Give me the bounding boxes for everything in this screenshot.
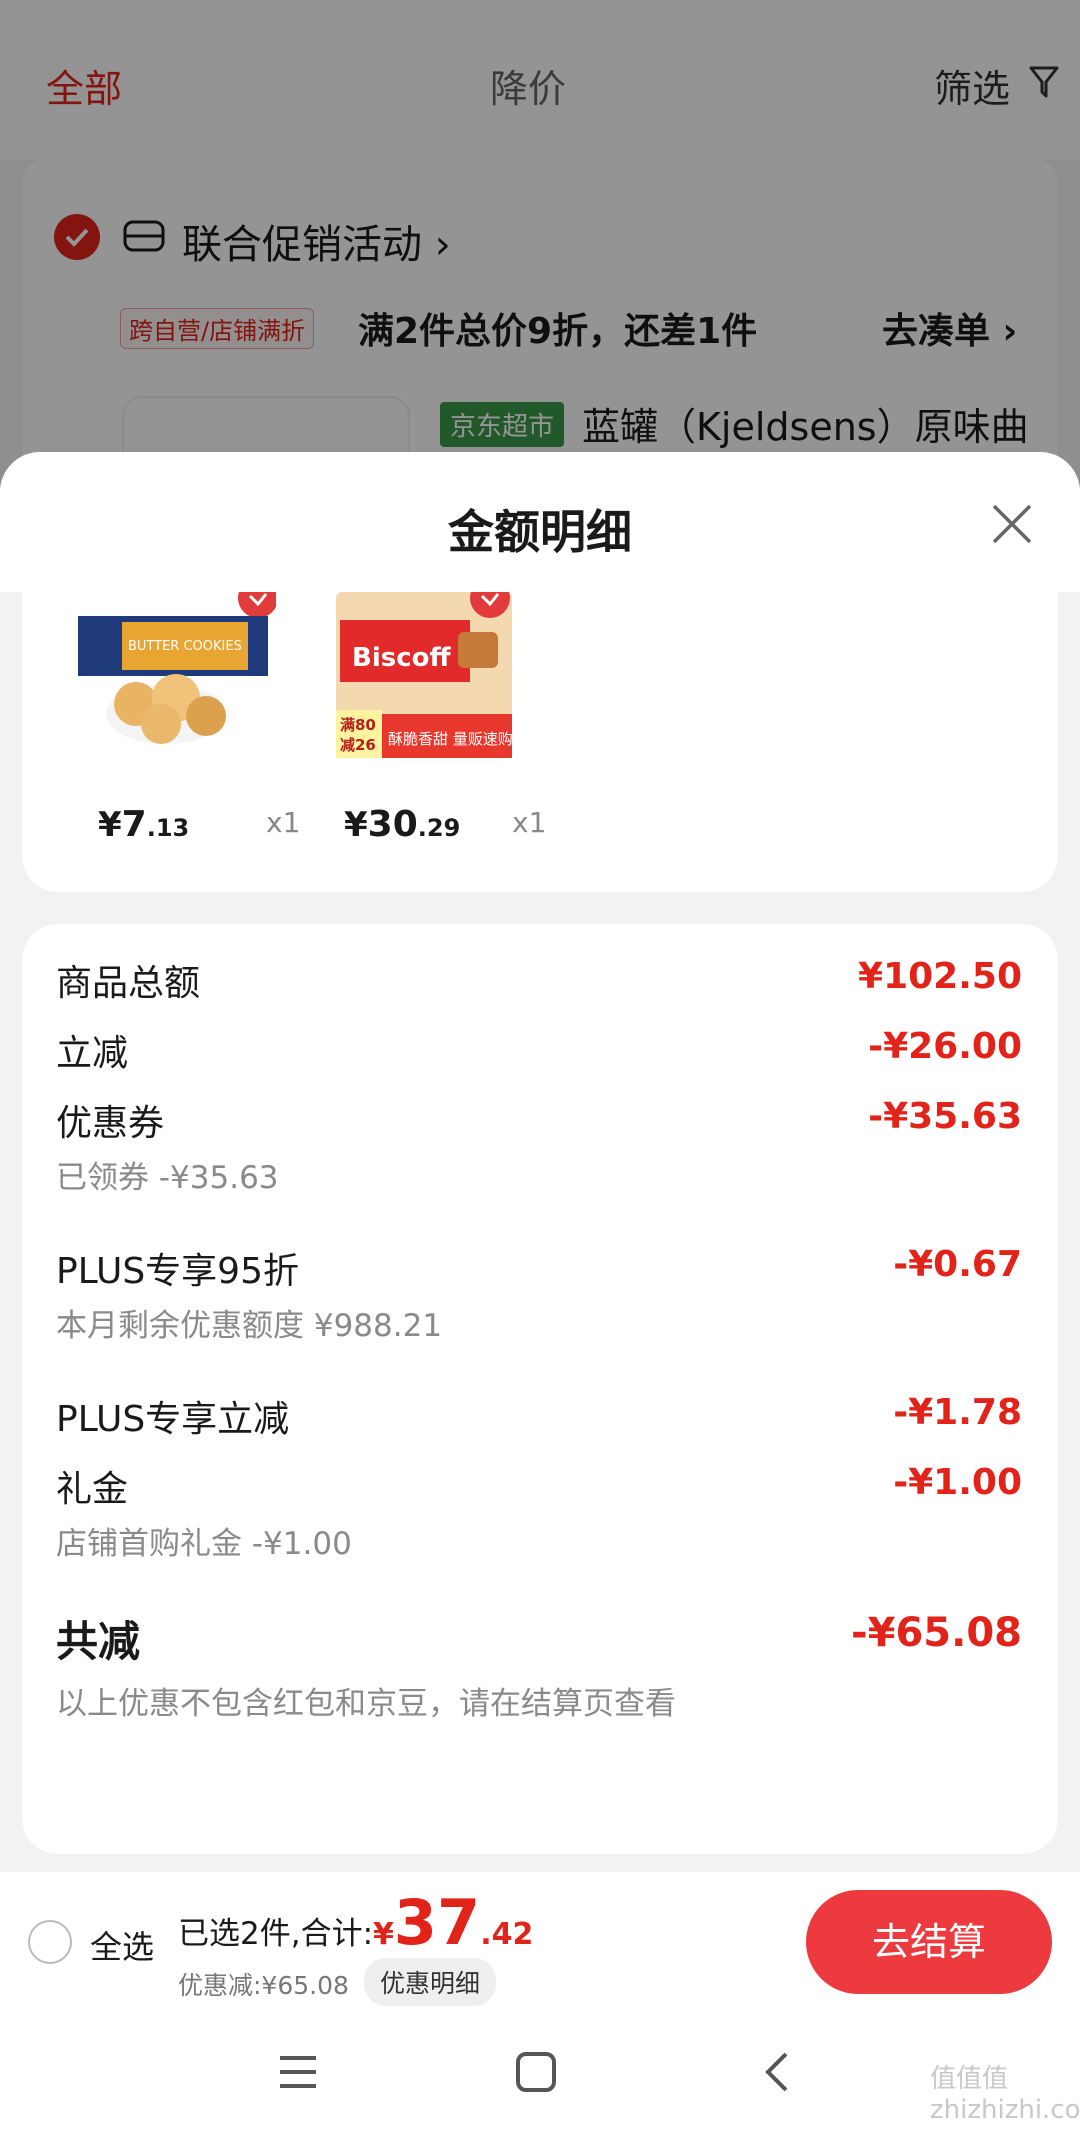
row-amount: -¥1.78 bbox=[893, 1392, 1022, 1433]
total-discount-amount: -¥65.08 bbox=[851, 1610, 1022, 1656]
checkout-button[interactable]: 去结算 bbox=[806, 1890, 1052, 1994]
item-price: ¥30.29 bbox=[344, 804, 461, 845]
svg-text:满80: 满80 bbox=[340, 716, 376, 734]
discount-detail-card: 商品总额 ¥102.50 立减 -¥26.00 优惠券 -¥35.63 已领券 … bbox=[22, 924, 1058, 1854]
sheet-header: 金额明细 bbox=[0, 452, 1080, 592]
row-amount: -¥26.00 bbox=[868, 1026, 1022, 1067]
savings-text: 优惠减:¥65.08 bbox=[178, 1971, 349, 2000]
watermark: 值值值 zhizhizhi.com bbox=[930, 2064, 1080, 2125]
row-label: PLUS专享95折 bbox=[56, 1251, 299, 1292]
row-label: PLUS专享立减 bbox=[56, 1399, 290, 1440]
row-subtext: 本月剩余优惠额度 ¥988.21 bbox=[56, 1308, 443, 1344]
row-amount: -¥0.67 bbox=[893, 1244, 1022, 1285]
row-label: 礼金 bbox=[56, 1469, 129, 1510]
row-label: 商品总额 bbox=[56, 963, 201, 1004]
select-all-checkbox[interactable] bbox=[28, 1920, 72, 1964]
back-icon[interactable] bbox=[756, 2050, 800, 2094]
product-image-butter-cookies: BUTTER COOKIES bbox=[78, 592, 276, 744]
biscoff-brand: Biscoff bbox=[352, 643, 451, 673]
discount-detail-button[interactable]: 优惠明细 bbox=[364, 1958, 497, 2006]
item-quantity: x1 bbox=[512, 806, 547, 839]
row-label: 优惠券 bbox=[56, 1103, 165, 1144]
checkout-bar: 全选 已选2件,合计:¥37.42 优惠减:¥65.08 优惠明细 去结算 bbox=[0, 1872, 1080, 2010]
row-amount: -¥35.63 bbox=[868, 1096, 1022, 1137]
row-amount: ¥102.50 bbox=[858, 956, 1022, 997]
row-label: 立减 bbox=[56, 1033, 129, 1074]
total-discount-note: 以上优惠不包含红包和京豆，请在结算页查看 bbox=[56, 1686, 676, 1722]
product-image-biscoff: Biscoff 满80 减26 酥脆香甜 量贩速购 bbox=[336, 592, 513, 758]
list-item[interactable]: BUTTER COOKIES ¥7.13 x1 bbox=[66, 592, 300, 892]
item-quantity: x1 bbox=[266, 806, 301, 839]
select-all-label[interactable]: 全选 bbox=[90, 1922, 154, 1968]
amount-detail-sheet: 金额明细 BUTTER COOKIES ¥7.13 x1 Biscoff 满80… bbox=[0, 452, 1080, 1872]
sheet-title: 金额明细 bbox=[448, 505, 632, 559]
items-card: BUTTER COOKIES ¥7.13 x1 Biscoff 满80 减26 … bbox=[22, 592, 1058, 892]
item-price: ¥7.13 bbox=[98, 804, 190, 845]
box-label: BUTTER COOKIES bbox=[128, 639, 242, 654]
list-item[interactable]: Biscoff 满80 减26 酥脆香甜 量贩速购 ¥30.29 x1 bbox=[312, 592, 546, 892]
row-subtext: 店铺首购礼金 -¥1.00 bbox=[56, 1526, 352, 1562]
total-discount-label: 共减 bbox=[56, 1617, 141, 1666]
svg-text:减26: 减26 bbox=[340, 736, 376, 754]
system-nav-bar: 值值值 zhizhizhi.com bbox=[0, 2010, 1080, 2142]
row-amount: -¥1.00 bbox=[893, 1462, 1022, 1503]
close-icon[interactable] bbox=[988, 500, 1036, 548]
order-total: 已选2件,合计:¥37.42 bbox=[178, 1886, 534, 1959]
home-icon[interactable] bbox=[514, 2050, 558, 2094]
svg-text:酥脆香甜 量贩速购: 酥脆香甜 量贩速购 bbox=[388, 730, 513, 748]
menu-icon[interactable] bbox=[276, 2050, 320, 2094]
row-subtext: 已领券 -¥35.63 bbox=[56, 1160, 279, 1196]
